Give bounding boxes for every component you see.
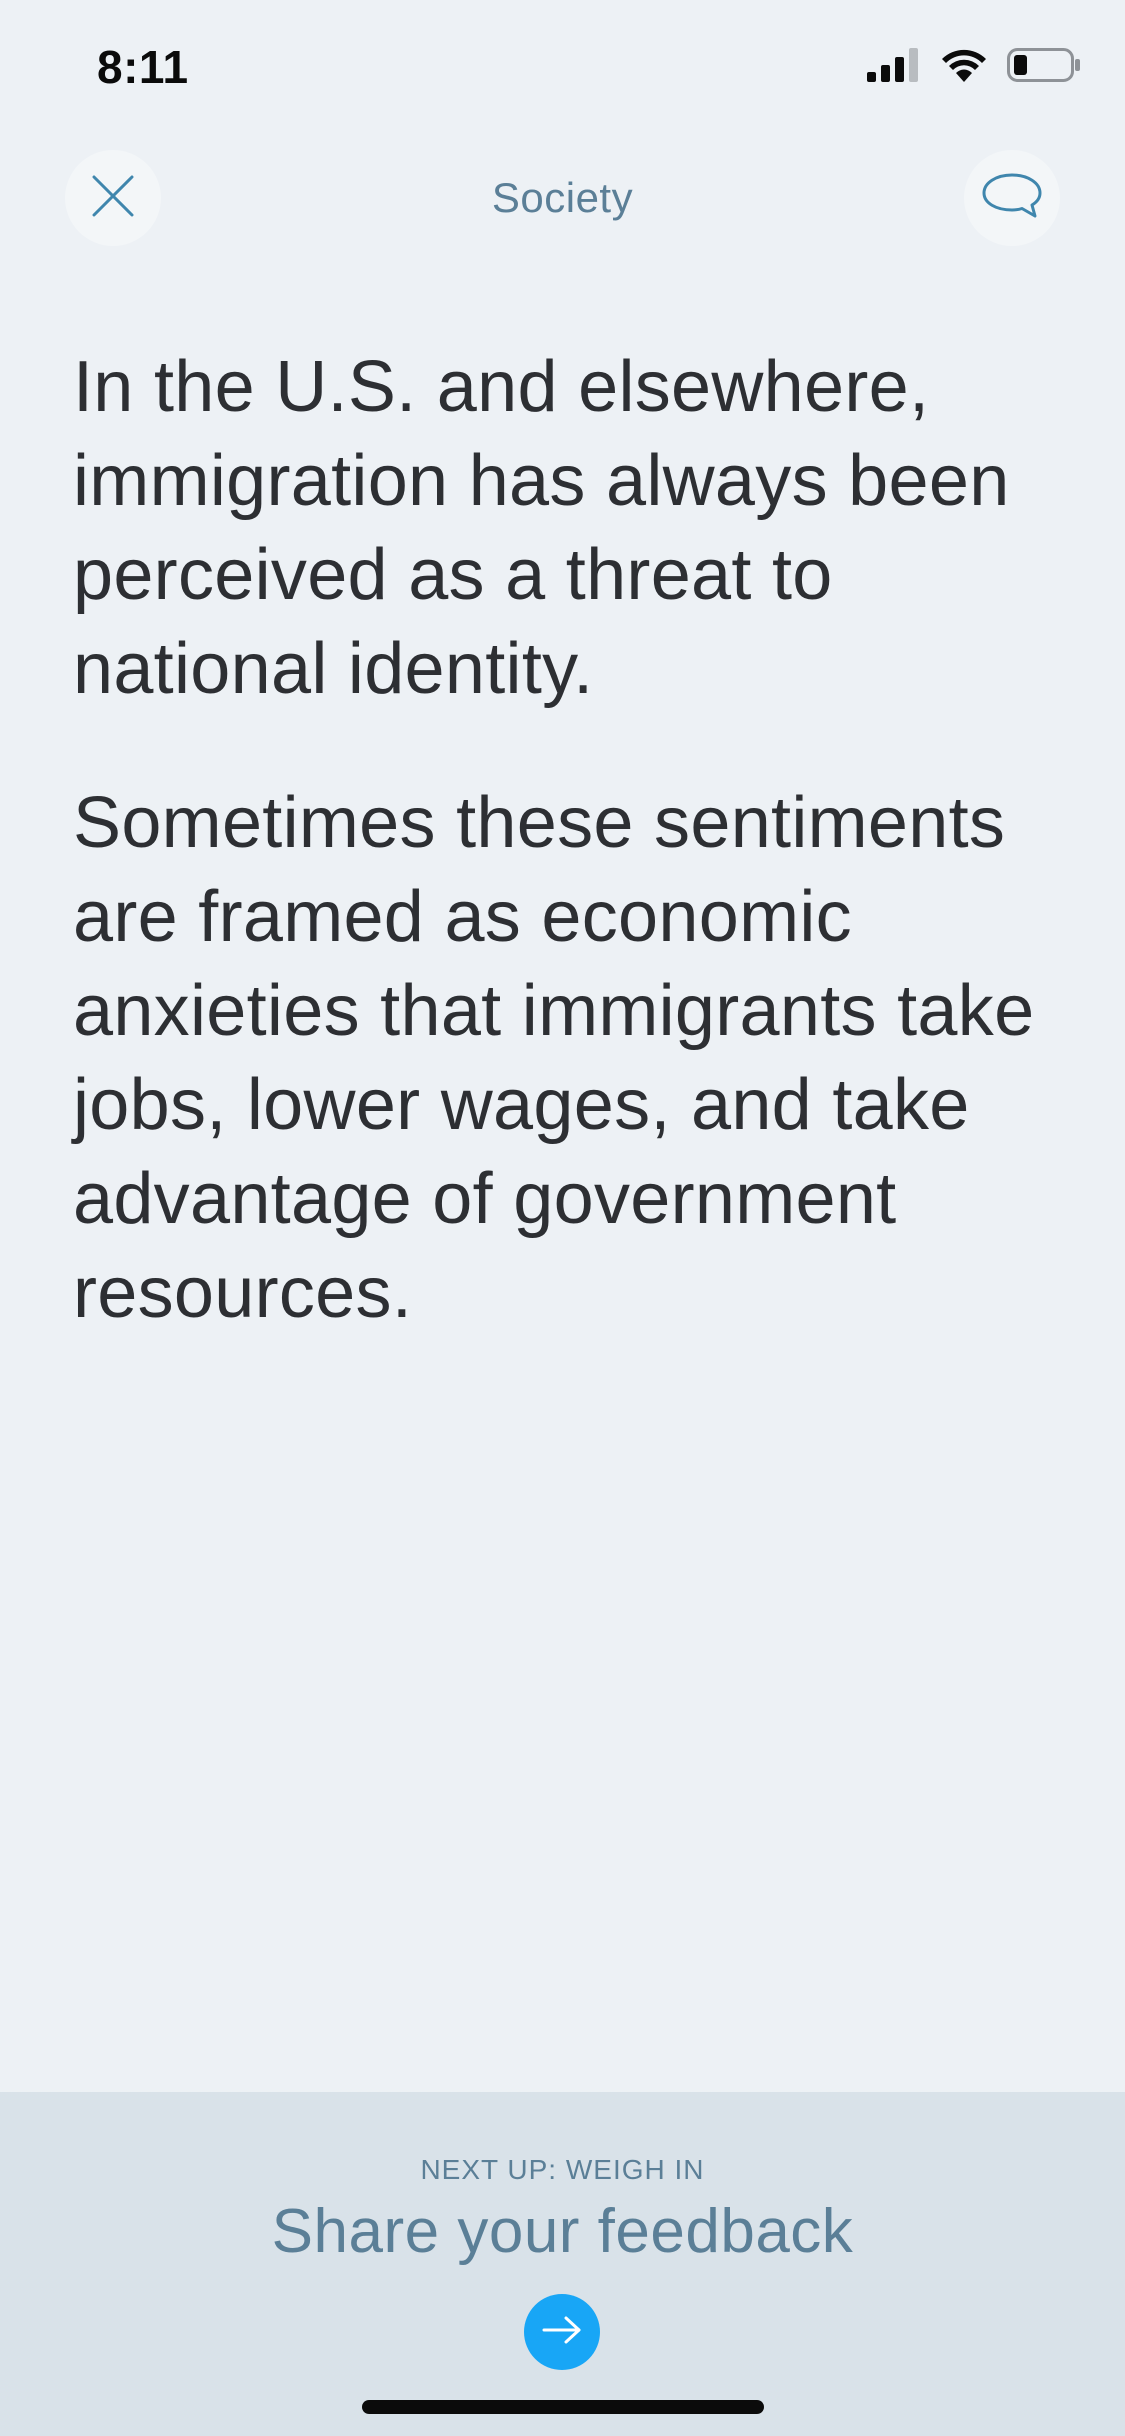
next-up-title[interactable]: Share your feedback bbox=[0, 2196, 1125, 2267]
wifi-icon bbox=[941, 48, 987, 87]
article-content: In the U.S. and elsewhere, immigration h… bbox=[73, 340, 1083, 1340]
home-indicator[interactable] bbox=[362, 2400, 764, 2414]
page-title: Society bbox=[491, 174, 634, 221]
paragraph: In the U.S. and elsewhere, immigration h… bbox=[73, 347, 1010, 709]
arrow-right-icon bbox=[541, 2315, 583, 2350]
comments-button[interactable] bbox=[964, 150, 1060, 246]
battery-icon bbox=[1007, 48, 1081, 87]
comment-icon bbox=[981, 172, 1043, 225]
cellular-signal-icon bbox=[867, 48, 921, 87]
status-icons bbox=[867, 48, 1081, 87]
paragraph: Sometimes these sentiments are framed as… bbox=[73, 783, 1035, 1333]
top-nav: Society bbox=[0, 150, 1125, 250]
app-screen: 8:11 Society In the U.S. and elsewhere, … bbox=[0, 0, 1125, 2436]
status-time: 8:11 bbox=[97, 41, 189, 93]
next-button[interactable] bbox=[524, 2294, 600, 2370]
status-bar: 8:11 bbox=[0, 0, 1125, 135]
next-up-label: NEXT UP: WEIGH IN bbox=[420, 2154, 705, 2185]
next-up-panel[interactable]: NEXT UP: WEIGH IN Share your feedback bbox=[0, 2092, 1125, 2436]
